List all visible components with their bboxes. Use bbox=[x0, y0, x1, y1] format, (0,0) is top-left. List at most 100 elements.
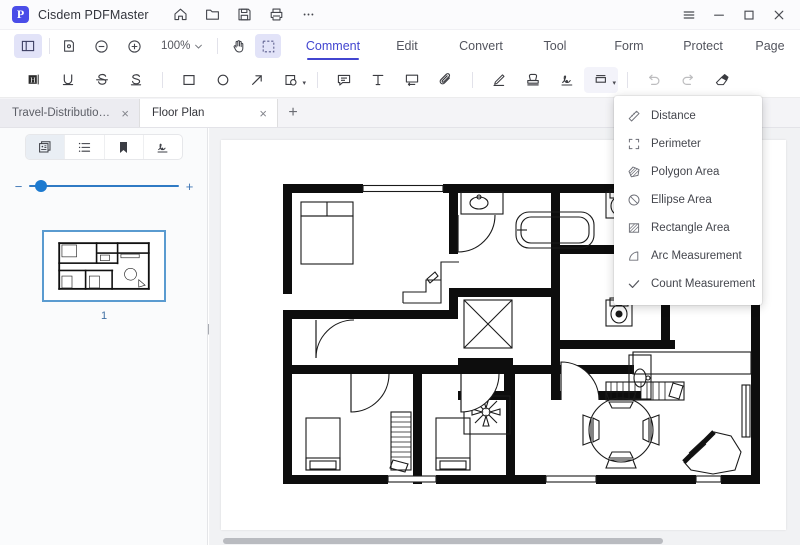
open-folder-icon[interactable] bbox=[197, 2, 229, 28]
new-tab-button[interactable]: + bbox=[278, 99, 308, 127]
signature-panel-icon bbox=[155, 140, 170, 155]
checkmark-icon bbox=[626, 277, 641, 292]
menu-item-ellipse-area[interactable]: Ellipse Area bbox=[614, 186, 762, 214]
sidebar-panel-tabs bbox=[25, 134, 183, 160]
outline-list-icon bbox=[77, 140, 92, 155]
tab-label: Page bbox=[755, 39, 784, 53]
tab-form[interactable]: Form bbox=[592, 30, 666, 62]
page-number-label: 1 bbox=[0, 310, 208, 322]
menu-item-arc-measurement[interactable]: Arc Measurement bbox=[614, 242, 762, 270]
zoom-slider-thumb[interactable] bbox=[35, 180, 47, 192]
tab-label: Tool bbox=[544, 39, 567, 53]
menu-item-polygon-area[interactable]: Polygon Area bbox=[614, 158, 762, 186]
stamp-icon[interactable] bbox=[516, 67, 550, 93]
arrow-icon[interactable] bbox=[240, 67, 274, 93]
doc-tab-label: Floor Plan bbox=[152, 107, 204, 119]
zoom-in-icon[interactable] bbox=[122, 34, 147, 58]
menu-item-perimeter[interactable]: Perimeter bbox=[614, 130, 762, 158]
tab-page[interactable]: Page bbox=[740, 30, 800, 62]
tab-label: Edit bbox=[396, 39, 418, 53]
thumbnail-zoom-slider[interactable]: − + bbox=[14, 176, 194, 196]
tab-convert[interactable]: Convert bbox=[444, 30, 518, 62]
highlight-icon[interactable]: H bbox=[17, 67, 51, 93]
hand-tool-icon[interactable] bbox=[225, 34, 251, 58]
sidebar-toggle-icon[interactable] bbox=[14, 34, 42, 58]
zoom-level-dropdown[interactable]: 100% bbox=[157, 40, 207, 52]
horizontal-scrollbar[interactable] bbox=[209, 536, 800, 545]
title-bar-actions bbox=[165, 2, 325, 28]
close-tab-icon[interactable]: × bbox=[119, 107, 131, 120]
home-icon[interactable] bbox=[165, 2, 197, 28]
menu-item-count-measurement[interactable]: Count Measurement bbox=[614, 270, 762, 298]
text-box-icon[interactable] bbox=[361, 67, 395, 93]
squiggly-underline-icon[interactable] bbox=[119, 67, 153, 93]
window-controls bbox=[674, 0, 794, 30]
menu-item-label: Count Measurement bbox=[651, 278, 755, 290]
thumbnail-sidebar: − + bbox=[0, 128, 208, 545]
note-comment-icon[interactable] bbox=[327, 67, 361, 93]
sidebar-item-bookmarks[interactable] bbox=[105, 135, 144, 159]
minimize-icon[interactable] bbox=[704, 2, 734, 28]
ellipse-icon[interactable] bbox=[206, 67, 240, 93]
close-tab-icon[interactable]: × bbox=[257, 107, 269, 120]
tab-label: Protect bbox=[683, 39, 723, 53]
arc-measurement-icon bbox=[626, 249, 641, 264]
measure-icon[interactable]: ▾ bbox=[584, 67, 618, 93]
menu-item-label: Ellipse Area bbox=[651, 194, 712, 206]
chevron-down-icon: ▾ bbox=[612, 79, 616, 87]
menu-item-label: Polygon Area bbox=[651, 166, 719, 178]
hamburger-menu-icon[interactable] bbox=[674, 2, 704, 28]
menu-item-distance[interactable]: Distance bbox=[614, 102, 762, 130]
maximize-icon[interactable] bbox=[734, 2, 764, 28]
more-icon[interactable] bbox=[293, 2, 325, 28]
ellipse-area-icon bbox=[626, 193, 641, 208]
tab-label: Convert bbox=[459, 39, 503, 53]
zoom-out-icon[interactable] bbox=[89, 34, 114, 58]
measure-tool-dropdown-menu: Distance Perimeter Polygon Area bbox=[614, 96, 762, 305]
chevron-down-icon bbox=[194, 42, 203, 51]
strikethrough-icon[interactable] bbox=[85, 67, 119, 93]
tab-label: Form bbox=[614, 39, 643, 53]
doc-tab-label: Travel-Distribution-Th... bbox=[12, 107, 113, 119]
tab-edit[interactable]: Edit bbox=[370, 30, 444, 62]
redo-icon[interactable] bbox=[671, 67, 705, 93]
menu-item-label: Perimeter bbox=[651, 138, 701, 150]
signature-icon[interactable] bbox=[550, 67, 584, 93]
save-icon[interactable] bbox=[229, 2, 261, 28]
shapes-icon[interactable]: ▾ bbox=[274, 67, 308, 93]
horizontal-scrollbar-thumb[interactable] bbox=[223, 538, 663, 544]
menu-item-label: Arc Measurement bbox=[651, 250, 742, 262]
svg-text:H: H bbox=[30, 75, 36, 84]
tab-comment[interactable]: Comment bbox=[296, 30, 370, 62]
menu-item-rectangle-area[interactable]: Rectangle Area bbox=[614, 214, 762, 242]
zoom-level-value: 100% bbox=[161, 40, 190, 52]
page-thumbnail-1[interactable] bbox=[42, 230, 166, 302]
page-view-icon[interactable] bbox=[57, 34, 81, 58]
tab-protect[interactable]: Protect bbox=[666, 30, 740, 62]
zoom-slider-plus[interactable]: + bbox=[185, 180, 194, 193]
tab-tool[interactable]: Tool bbox=[518, 30, 592, 62]
close-icon[interactable] bbox=[764, 2, 794, 28]
pencil-icon[interactable] bbox=[482, 67, 516, 93]
attachment-icon[interactable] bbox=[429, 67, 463, 93]
underline-icon[interactable] bbox=[51, 67, 85, 93]
eraser-icon[interactable] bbox=[705, 67, 739, 93]
sidebar-item-outline[interactable] bbox=[65, 135, 104, 159]
tab-label: Comment bbox=[306, 39, 360, 53]
rectangle-icon[interactable] bbox=[172, 67, 206, 93]
distance-ruler-icon bbox=[626, 109, 641, 124]
undo-icon[interactable] bbox=[637, 67, 671, 93]
app-logo: P bbox=[12, 6, 29, 23]
print-icon[interactable] bbox=[261, 2, 293, 28]
zoom-slider-track[interactable] bbox=[29, 185, 179, 187]
marquee-select-icon[interactable] bbox=[255, 34, 281, 58]
polygon-area-icon bbox=[626, 165, 641, 180]
view-toolbar: 100% Comment Edit Convert Tool Form Prot… bbox=[0, 30, 800, 62]
zoom-slider-minus[interactable]: − bbox=[14, 180, 23, 193]
thumbnail-floorplan-preview bbox=[46, 234, 162, 298]
doc-tab-travel-distribution[interactable]: Travel-Distribution-Th... × bbox=[0, 99, 140, 127]
sidebar-item-thumbnails[interactable] bbox=[26, 135, 65, 159]
sidebar-item-signatures[interactable] bbox=[144, 135, 182, 159]
doc-tab-floor-plan[interactable]: Floor Plan × bbox=[140, 99, 278, 127]
callout-icon[interactable] bbox=[395, 67, 429, 93]
